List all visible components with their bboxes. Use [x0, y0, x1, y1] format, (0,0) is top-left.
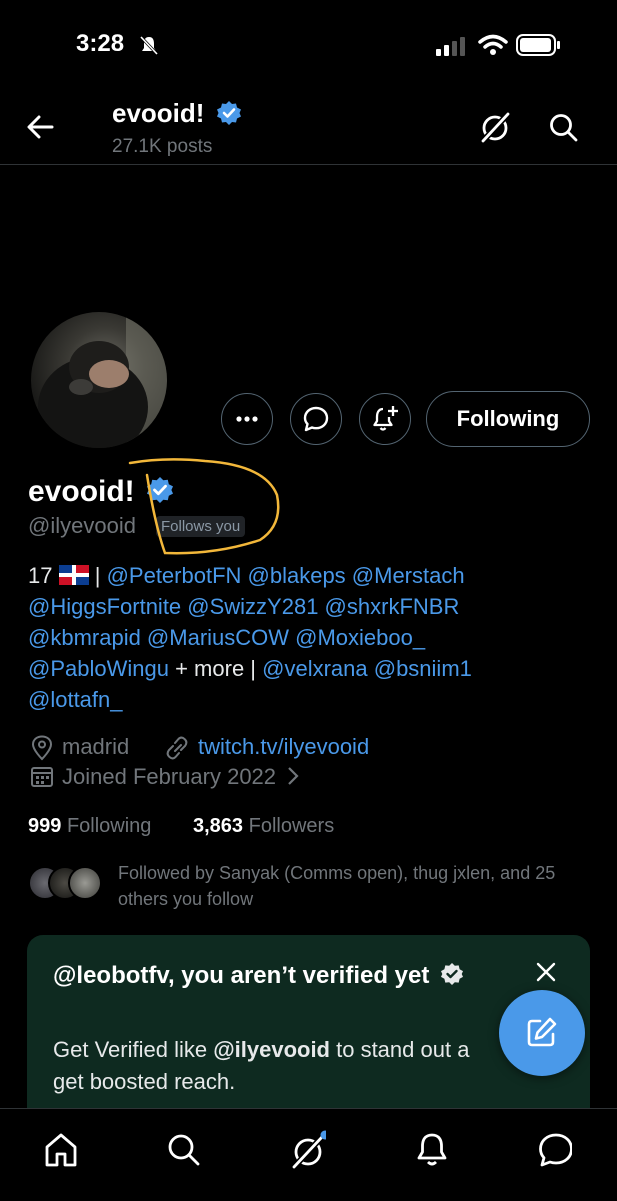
header-divider	[0, 164, 617, 165]
following-number: 999	[28, 815, 62, 837]
explore-icon[interactable]	[166, 1130, 202, 1170]
notify-button[interactable]	[359, 393, 411, 445]
handle: @ilyevooid	[28, 513, 136, 538]
verify-card-body: Get Verified like @ilyevooid to stand ou…	[53, 1034, 503, 1098]
display-name-text: evooid!	[28, 475, 135, 508]
header-title: evooid!	[112, 98, 242, 129]
following-count[interactable]: 999 Following	[28, 815, 151, 838]
verify-card-title-text: @leobotfv, you aren’t verified yet	[53, 962, 430, 989]
message-button[interactable]	[290, 393, 342, 445]
bio-line-1: 17 | @PeterbotFN @blakeps @Merstach	[28, 563, 465, 589]
mute-bell-icon	[139, 35, 159, 56]
compose-icon	[527, 1017, 557, 1047]
followers-label: Followers	[248, 815, 335, 837]
notifications-icon[interactable]	[414, 1130, 450, 1170]
mutual-avatar-3[interactable]	[68, 866, 102, 900]
location-icon	[31, 735, 53, 761]
back-arrow-icon[interactable]	[26, 112, 56, 142]
location: madrid	[62, 734, 130, 759]
annotation-circle	[128, 458, 280, 555]
bio-separator: |	[94, 563, 101, 588]
search-icon[interactable]	[548, 112, 580, 144]
bio-mentions-5[interactable]: @lottafn_	[28, 687, 123, 713]
bio-mentions-2[interactable]: @HiggsFortnite @SwizzY281 @shxrkFNBR	[28, 594, 459, 620]
notify-bell-icon	[373, 406, 398, 431]
more-icon	[236, 416, 258, 422]
signal-icon	[436, 37, 465, 56]
bio-mentions-4[interactable]: @velxrana @bsniim1	[262, 656, 472, 681]
grok-nav-icon[interactable]	[290, 1130, 326, 1170]
grok-icon[interactable]	[478, 111, 512, 145]
message-icon	[303, 406, 329, 432]
following-button[interactable]: Following	[426, 391, 590, 447]
following-label: Following	[66, 815, 152, 837]
bio-mentions-1[interactable]: @PeterbotFN @blakeps @Merstach	[107, 563, 465, 588]
verify-body-handle: @ilyevooid	[213, 1037, 330, 1062]
bio-mention-pablo[interactable]: @PabloWingu	[28, 656, 169, 681]
followed-by-text[interactable]: Followed by Sanyak (Comms open), thug jx…	[118, 860, 588, 912]
header-title-text: evooid!	[112, 98, 205, 128]
more-button[interactable]	[221, 393, 273, 445]
verified-badge-outline-icon	[441, 963, 464, 985]
chevron-right-icon	[288, 767, 299, 785]
bio-age: 17	[28, 563, 53, 588]
followers-count[interactable]: 3,863 Followers	[193, 815, 334, 838]
wifi-icon	[478, 34, 508, 55]
header-post-count: 27.1K posts	[112, 136, 213, 157]
battery-icon	[516, 34, 560, 56]
avatar-image	[38, 312, 167, 448]
status-time: 3:28	[76, 30, 125, 57]
calendar-icon	[31, 767, 53, 787]
bio-line-4: @PabloWingu + more | @velxrana @bsniim1	[28, 656, 472, 682]
verified-badge-icon	[216, 101, 241, 125]
bio-more-text: + more |	[175, 656, 257, 681]
verify-body-prefix: Get Verified like	[53, 1037, 214, 1062]
close-icon[interactable]	[535, 961, 557, 983]
verify-card-title: @leobotfv, you aren’t verified yet	[53, 960, 473, 992]
home-icon[interactable]	[43, 1130, 79, 1170]
avatar[interactable]	[28, 309, 170, 451]
messages-icon[interactable]	[536, 1130, 572, 1170]
bio-mentions-3[interactable]: @kbmrapid @MariusCOW @Moxieboo_	[28, 625, 425, 651]
joined-text: Joined February 2022	[62, 764, 277, 789]
link-icon	[166, 736, 188, 760]
joined-date[interactable]: Joined February 2022	[62, 764, 300, 790]
dominican-flag-icon	[58, 565, 89, 585]
website-link[interactable]: twitch.tv/ilyevooid	[198, 734, 369, 760]
compose-button[interactable]	[499, 990, 585, 1076]
followers-number: 3,863	[193, 815, 244, 837]
